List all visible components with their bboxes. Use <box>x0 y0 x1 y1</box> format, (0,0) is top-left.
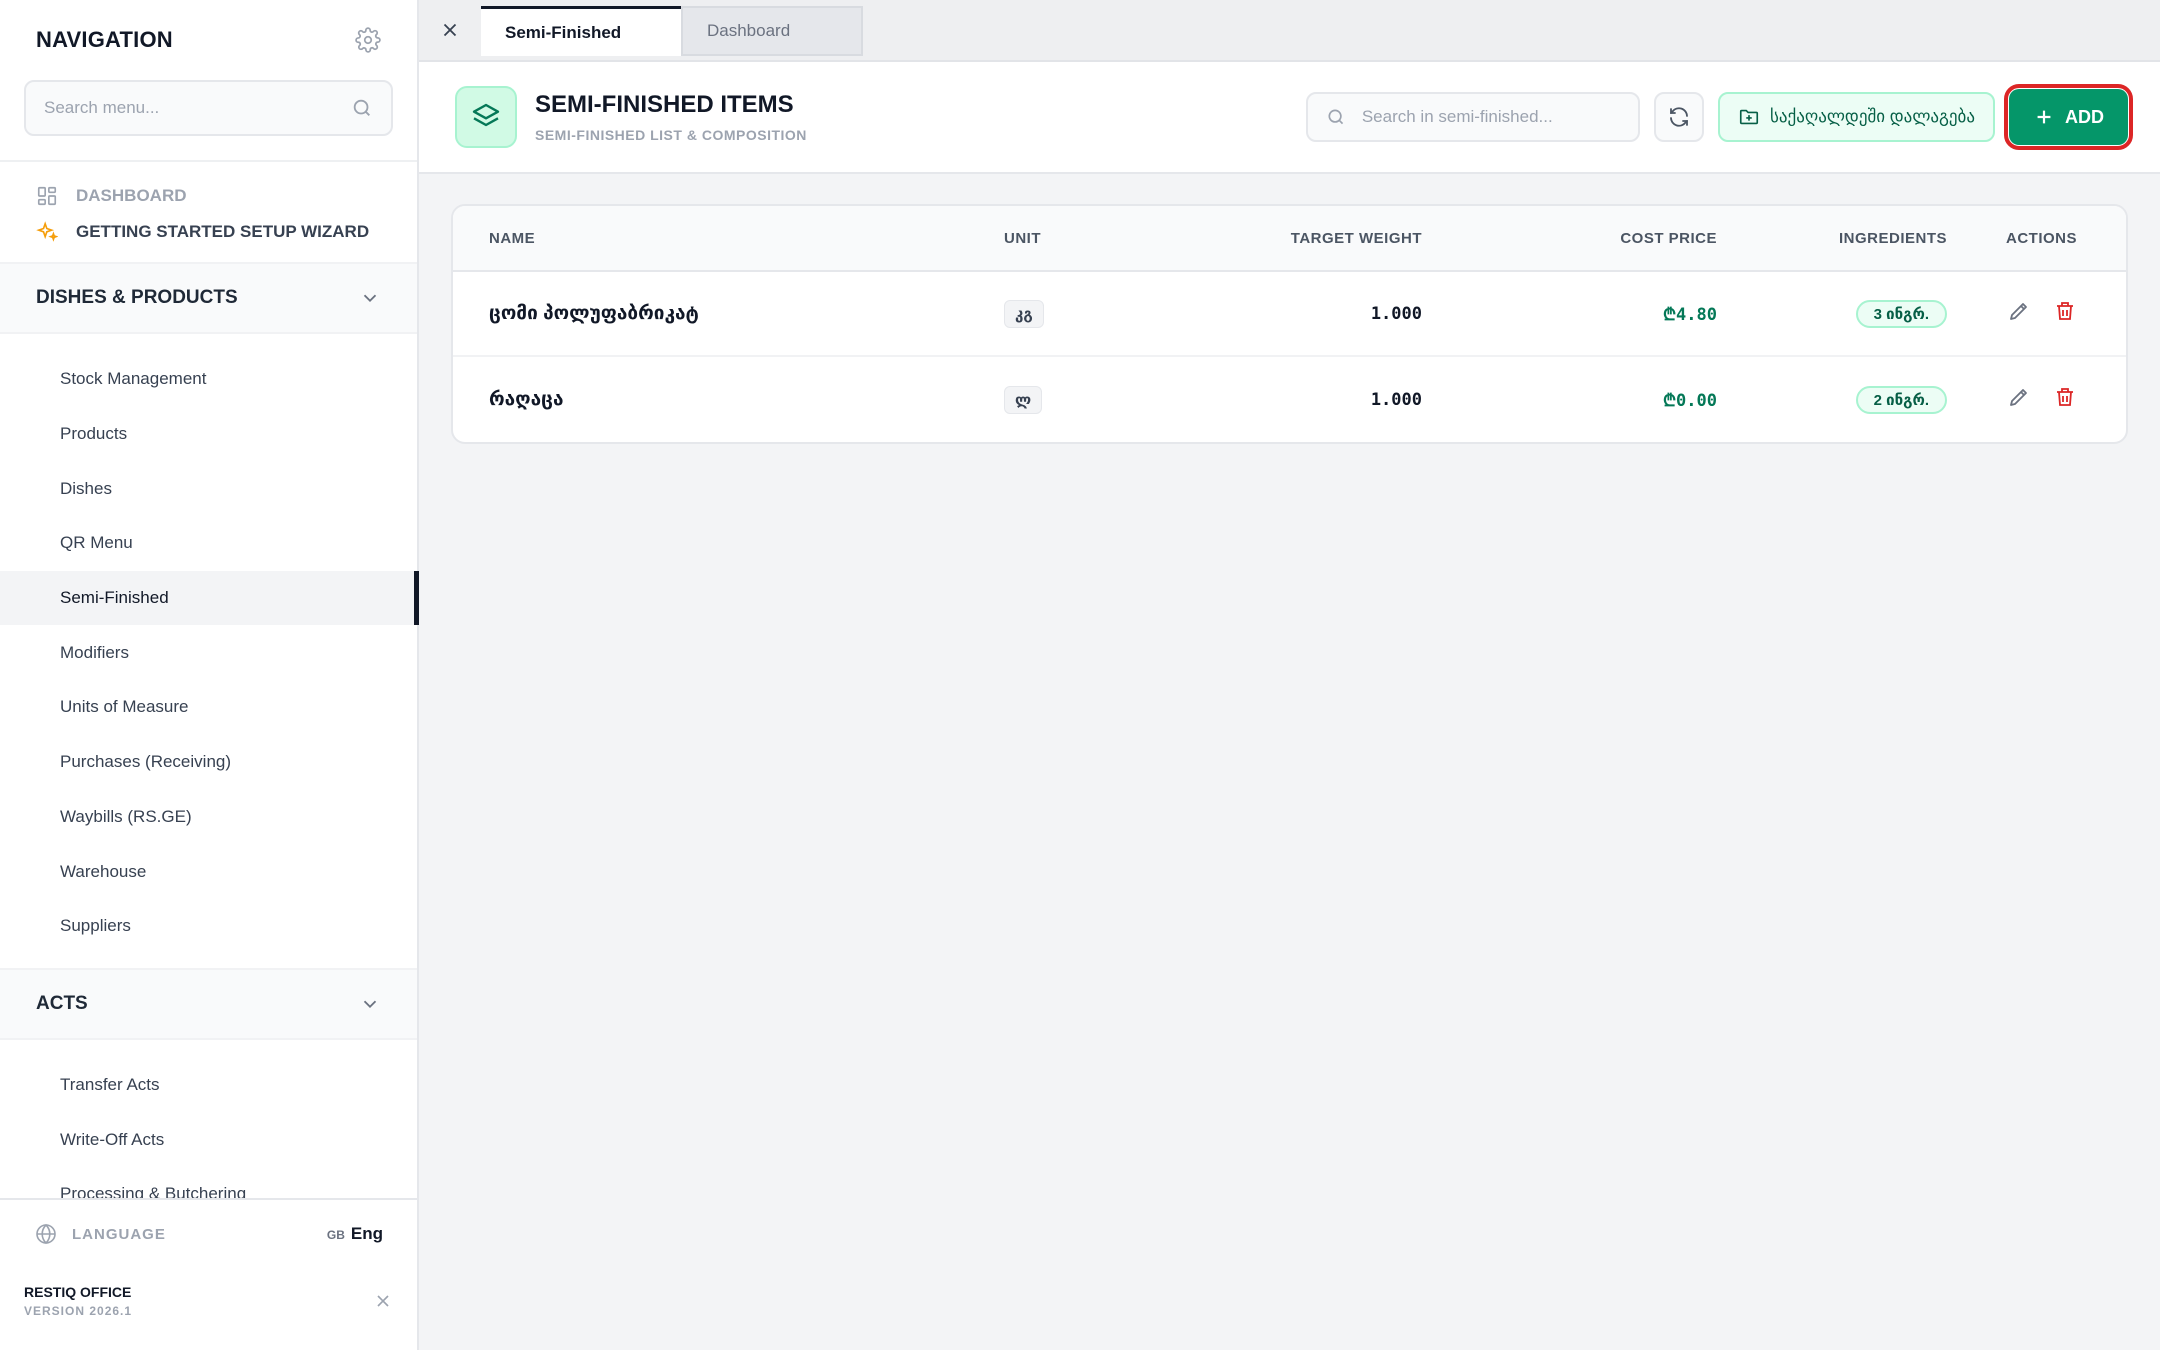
table-row[interactable]: რაღაცა ლ 1.000 ₾0.00 2 ინგრ. <box>453 357 2126 442</box>
menu-search <box>24 80 393 136</box>
refresh-icon <box>1670 107 1688 127</box>
language-code: Eng <box>350 1224 383 1243</box>
folder-plus-icon <box>1739 109 1759 125</box>
ingredients-badge[interactable]: 2 ინგრ. <box>1855 385 1947 414</box>
close-icon[interactable] <box>373 1291 393 1311</box>
menu-search-input[interactable] <box>44 98 344 118</box>
sidebar-item-write-off-acts[interactable]: Write-Off Acts <box>0 1112 417 1167</box>
table-row[interactable]: ცომი პოლუფაბრიკატ კგ 1.000 ₾4.80 3 ინგრ. <box>453 272 2126 357</box>
col-ingredients: INGREDIENTS <box>1838 229 1947 247</box>
section-label: DISHES & PRODUCTS <box>36 287 238 308</box>
app-root: NAVIGATION DASHBOARD <box>0 0 2160 1350</box>
semi-finished-search-input[interactable] <box>1361 107 1620 127</box>
plus-icon <box>2037 110 2051 124</box>
col-actions: ACTIONS <box>2006 229 2077 247</box>
item-name: ცომი პოლუფაბრიკატ <box>489 303 699 324</box>
main-area: Semi-Finished Dashboard SEMI-FINISHED IT… <box>419 0 2160 1350</box>
sidebar: NAVIGATION DASHBOARD <box>0 0 419 1350</box>
sidebar-item-units-of-measure[interactable]: Units of Measure <box>0 680 417 735</box>
section-acts[interactable]: ACTS <box>0 967 417 1040</box>
page-title: SEMI-FINISHED ITEMS <box>535 91 794 118</box>
sidebar-item-qr-menu[interactable]: QR Menu <box>0 516 417 571</box>
page-header-actions: საქაღალდეში დალაგება ADD <box>1305 84 2133 150</box>
tab-dashboard[interactable]: Dashboard <box>681 6 863 56</box>
sidebar-item-purchases[interactable]: Purchases (Receiving) <box>0 735 417 790</box>
app-version: VERSION 2026.1 <box>24 1304 133 1318</box>
close-icon <box>443 23 457 37</box>
close-tabs-button[interactable] <box>419 0 481 60</box>
search-icon <box>1328 109 1344 125</box>
section-label: ACTS <box>36 992 88 1014</box>
semi-finished-table: NAME UNIT TARGET WEIGHT COST PRICE INGRE… <box>451 204 2128 444</box>
language-left: LANGUAGE <box>34 1222 166 1246</box>
dishes-products-items: Stock Management Products Dishes QR Menu… <box>0 334 419 968</box>
sidebar-item-suppliers[interactable]: Suppliers <box>0 899 417 954</box>
app-name: RESTIQ OFFICE <box>24 1284 132 1300</box>
row-actions <box>2007 299 2077 323</box>
nav-dashboard[interactable]: DASHBOARD <box>0 178 417 214</box>
item-name: რაღაცა <box>489 389 564 410</box>
edit-icon[interactable] <box>2007 385 2031 409</box>
top-links: DASHBOARD GETTING STARTED SETUP WIZARD <box>0 162 417 262</box>
col-cost-price: COST PRICE <box>1620 229 1717 247</box>
sidebar-footer: LANGUAGE GB Eng RESTIQ OFFICE VERSION 20… <box>0 1198 417 1350</box>
search-icon <box>351 97 373 119</box>
unit-badge: ლ <box>1004 385 1043 414</box>
col-target-weight: TARGET WEIGHT <box>1290 229 1422 247</box>
nav-dashboard-label: DASHBOARD <box>76 186 187 205</box>
sidebar-header: NAVIGATION <box>0 0 417 80</box>
target-weight: 1.000 <box>1370 389 1422 410</box>
trash-icon[interactable] <box>2053 385 2077 409</box>
trash-icon[interactable] <box>2053 299 2077 323</box>
globe-icon <box>34 1222 58 1246</box>
sidebar-title: NAVIGATION <box>36 27 173 52</box>
sidebar-item-dishes[interactable]: Dishes <box>0 461 417 516</box>
cost-price: ₾4.80 <box>1662 305 1717 325</box>
grid-icon <box>36 185 58 207</box>
nav-setup-wizard-label: GETTING STARTED SETUP WIZARD <box>76 222 370 241</box>
sidebar-item-stock-management[interactable]: Stock Management <box>0 352 417 407</box>
chevron-down-icon <box>359 993 381 1015</box>
gear-icon[interactable] <box>355 27 381 53</box>
sidebar-item-transfer-acts[interactable]: Transfer Acts <box>0 1058 417 1113</box>
page-subtitle: SEMI-FINISHED LIST & COMPOSITION <box>535 127 807 143</box>
brand-block: RESTIQ OFFICE VERSION 2026.1 <box>24 1284 132 1318</box>
menu-search-wrap <box>0 80 417 136</box>
row-actions <box>2007 385 2077 409</box>
sidebar-item-modifiers[interactable]: Modifiers <box>0 625 417 680</box>
add-button[interactable]: ADD <box>2004 84 2133 150</box>
sidebar-item-waybills[interactable]: Waybills (RS.GE) <box>0 790 417 845</box>
language-label: LANGUAGE <box>72 1225 166 1243</box>
target-weight: 1.000 <box>1370 303 1422 324</box>
sparkles-icon <box>36 221 58 243</box>
tab-bar: Semi-Finished Dashboard <box>419 0 2160 62</box>
edit-icon[interactable] <box>2007 299 2031 323</box>
organize-folders-label: საქაღალდეში დალაგება <box>1769 107 1975 126</box>
sidebar-item-warehouse[interactable]: Warehouse <box>0 844 417 899</box>
cost-price: ₾0.00 <box>1662 391 1717 411</box>
page-header-left: SEMI-FINISHED ITEMS SEMI-FINISHED LIST &… <box>455 86 807 148</box>
add-button-label: ADD <box>2065 106 2104 127</box>
page-header: SEMI-FINISHED ITEMS SEMI-FINISHED LIST &… <box>419 62 2160 174</box>
ingredients-badge[interactable]: 3 ინგრ. <box>1855 299 1947 328</box>
col-unit: UNIT <box>1004 229 1041 247</box>
col-name: NAME <box>489 229 536 247</box>
tab-semi-finished[interactable]: Semi-Finished <box>481 6 681 56</box>
section-dishes-products[interactable]: DISHES & PRODUCTS <box>0 262 417 334</box>
language-switcher[interactable]: LANGUAGE GB Eng <box>0 1200 417 1268</box>
language-value: GB Eng <box>327 1224 383 1244</box>
organize-folders-button[interactable]: საქაღალდეში დალაგება <box>1717 92 1995 142</box>
language-flag: GB <box>326 1228 345 1242</box>
sidebar-item-semi-finished[interactable]: Semi-Finished <box>0 570 419 626</box>
refresh-button[interactable] <box>1653 92 1704 142</box>
layers-icon <box>455 86 517 148</box>
page-title-block: SEMI-FINISHED ITEMS SEMI-FINISHED LIST &… <box>535 91 807 143</box>
brand-row: RESTIQ OFFICE VERSION 2026.1 <box>0 1268 417 1318</box>
chevron-down-icon <box>359 287 381 309</box>
sidebar-item-products[interactable]: Products <box>0 407 417 462</box>
nav-setup-wizard[interactable]: GETTING STARTED SETUP WIZARD <box>0 214 417 250</box>
list-search <box>1305 92 1640 142</box>
table-header: NAME UNIT TARGET WEIGHT COST PRICE INGRE… <box>453 206 2126 272</box>
unit-badge: კგ <box>1004 299 1044 328</box>
